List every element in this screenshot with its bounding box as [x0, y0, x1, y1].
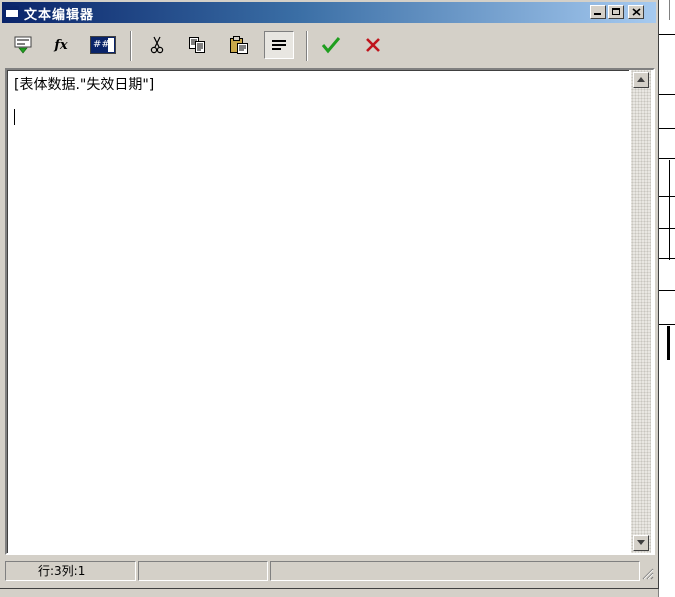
function-button[interactable]: fx	[46, 31, 76, 59]
align-lines-icon	[272, 40, 286, 50]
cursor-position: 行:3列:1	[5, 561, 136, 581]
checkmark-icon	[321, 37, 341, 54]
status-panel-2	[138, 561, 268, 581]
minimize-button[interactable]	[590, 5, 606, 19]
close-button[interactable]	[628, 5, 644, 19]
resize-grip-icon[interactable]	[640, 566, 654, 580]
bg-divider	[667, 326, 670, 360]
text-input[interactable]: [表体数据."失效日期"]	[7, 70, 629, 553]
word-wrap-button[interactable]	[264, 31, 294, 59]
text-editor-area[interactable]: [表体数据."失效日期"]	[5, 68, 655, 555]
bg-gridline	[659, 128, 675, 129]
bg-gridline	[659, 258, 675, 259]
bg-gridline	[659, 290, 675, 291]
bg-gridline	[659, 158, 675, 159]
bg-gridline	[659, 34, 675, 35]
status-bar: 行:3列:1	[2, 560, 656, 584]
window-icon	[5, 6, 19, 18]
text-caret	[14, 109, 15, 125]
maximize-icon	[612, 8, 620, 15]
bg-gridline	[659, 94, 675, 95]
toolbar-separator	[130, 31, 132, 61]
minimize-icon	[594, 13, 601, 15]
close-icon	[632, 8, 641, 16]
insert-field-button[interactable]	[8, 31, 38, 59]
text-editor-window: 文本编辑器 fx ## [表体数据."失效日期"] 行:3列:1	[0, 0, 659, 589]
bg-gridline	[659, 228, 675, 229]
bg-gridline	[659, 324, 675, 325]
copy-icon	[189, 37, 205, 53]
paste-icon	[230, 36, 248, 54]
bg-gridline	[659, 196, 675, 197]
ok-button[interactable]	[316, 31, 346, 59]
editor-line-1: [表体数据."失效日期"]	[14, 77, 155, 93]
window-title: 文本编辑器	[24, 8, 95, 23]
vertical-scrollbar[interactable]	[631, 70, 651, 553]
number-format-icon: ##	[90, 36, 116, 54]
cursor-position-label: 行:3列:1	[38, 564, 86, 578]
bg-divider	[669, 160, 670, 260]
scroll-down-button[interactable]	[633, 535, 649, 551]
insert-field-icon	[14, 36, 32, 54]
toolbar-separator	[306, 31, 308, 61]
number-format-button[interactable]: ##	[88, 31, 118, 59]
title-bar[interactable]: 文本编辑器	[2, 2, 656, 23]
scissors-icon	[150, 36, 164, 54]
function-icon: fx	[54, 37, 68, 53]
maximize-button[interactable]	[608, 5, 624, 19]
arrow-up-icon	[637, 77, 645, 82]
cancel-button[interactable]	[358, 31, 388, 59]
bg-divider	[669, 0, 670, 20]
background-app-strip	[658, 0, 675, 597]
cut-button[interactable]	[142, 31, 172, 59]
copy-button[interactable]	[182, 31, 212, 59]
status-panel-3	[270, 561, 640, 581]
toolbar: fx ##	[2, 25, 656, 67]
x-icon	[366, 38, 380, 52]
scroll-up-button[interactable]	[633, 72, 649, 88]
arrow-down-icon	[637, 540, 645, 545]
paste-button[interactable]	[224, 31, 254, 59]
